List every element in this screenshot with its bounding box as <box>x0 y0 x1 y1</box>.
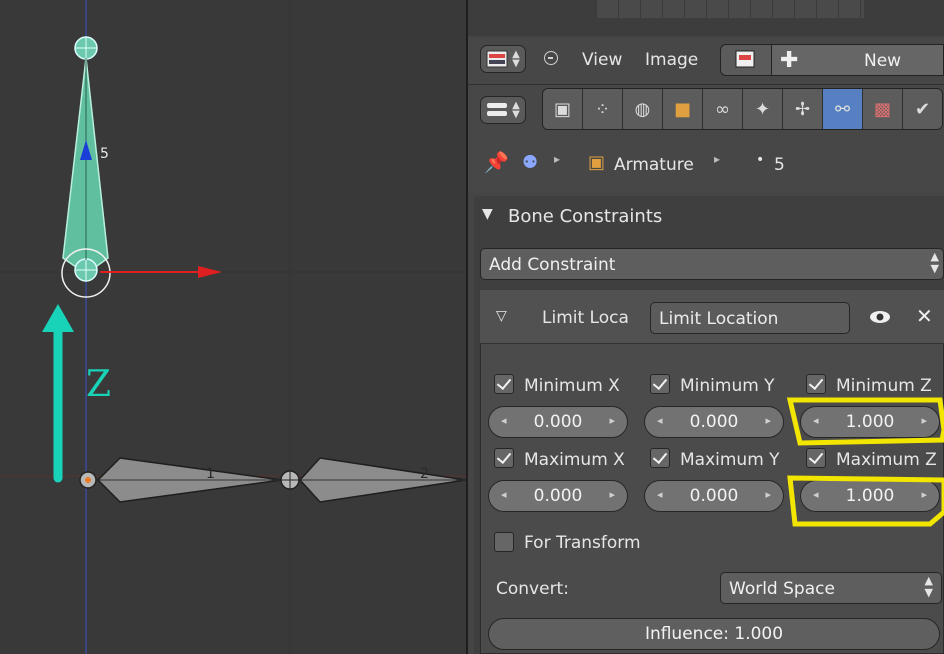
constraint-name-field[interactable]: Limit Location <box>650 302 850 334</box>
armature-object-icon: ▣ <box>588 152 606 173</box>
breadcrumb-arrow-icon: ▸ <box>714 152 721 166</box>
chevron-updown-icon: ▲ ▼ <box>930 250 939 275</box>
constraint-type-label: Limit Loca <box>542 308 629 328</box>
world-icon[interactable]: ◍ <box>623 89 663 129</box>
eye-icon[interactable] <box>868 308 892 326</box>
collapse-triangle-icon[interactable]: ▽ <box>496 308 507 324</box>
min-y-checkbox[interactable] <box>650 374 670 394</box>
constraints-icon[interactable]: ∞ <box>703 89 743 129</box>
increment-arrow-icon[interactable]: ▸ <box>609 414 615 427</box>
3d-viewport[interactable]: 5 1 2 Z <box>0 0 466 654</box>
breadcrumb-arrow-icon: ▸ <box>554 152 561 166</box>
for-transform-label: For Transform <box>524 533 641 553</box>
bone-2 <box>280 457 466 503</box>
min-x-label: Minimum X <box>524 376 620 396</box>
viewport-canvas <box>0 0 466 654</box>
axis-annotation-label: Z <box>86 364 112 405</box>
plus-icon: ✚ <box>780 48 799 73</box>
disclosure-triangle-icon[interactable]: ▼ <box>482 206 493 222</box>
texture-icon[interactable]: ▩ <box>863 89 903 129</box>
bone-constraint-icon[interactable]: ⚯ <box>823 89 863 129</box>
max-z-label: Maximum Z <box>836 450 937 470</box>
increment-arrow-icon[interactable]: ▸ <box>765 488 771 501</box>
increment-arrow-icon[interactable]: ▸ <box>921 488 927 501</box>
max-z-checkbox[interactable] <box>806 448 826 468</box>
influence-slider[interactable]: Influence: 1.000 <box>488 618 940 650</box>
convert-space-dropdown[interactable]: World Space ▲ ▼ <box>720 572 942 604</box>
bone-label-2: 2 <box>420 466 429 482</box>
bone-icon[interactable]: ✢ <box>783 89 823 129</box>
browse-image-button[interactable] <box>720 44 772 76</box>
image-editor-icon <box>486 50 508 68</box>
chevron-updown-icon: ▲ ▼ <box>512 49 520 69</box>
breadcrumb <box>468 137 944 193</box>
image-browse-icon <box>735 50 755 68</box>
min-x-checkbox[interactable] <box>494 374 514 394</box>
new-image-button[interactable]: ✚ New <box>772 44 944 76</box>
data-icon[interactable]: ✦ <box>743 89 783 129</box>
max-z-field[interactable]: ◂ 1.000 ▸ <box>800 480 940 512</box>
min-y-field[interactable]: ◂ 0.000 ▸ <box>644 406 784 438</box>
menu-image[interactable]: Image <box>645 50 698 70</box>
increment-arrow-icon[interactable]: ▸ <box>609 488 615 501</box>
max-x-field[interactable]: ◂ 0.000 ▸ <box>488 480 628 512</box>
bone-dot-icon: • <box>756 152 765 168</box>
min-z-label: Minimum Z <box>836 376 932 396</box>
delete-x-icon[interactable]: ✕ <box>916 304 933 328</box>
min-z-field[interactable]: ◂ 1.000 ▸ <box>800 406 940 438</box>
properties-editor: ▲ ▼ View Image ✚ New ▲ ▼ ▣ ⁘ ◍ ■ ∞ ✦ ✢ ⚯ ▩… <box>468 0 944 654</box>
chevron-updown-icon: ▲ ▼ <box>512 100 520 120</box>
max-y-label: Maximum Y <box>680 450 780 470</box>
min-y-label: Minimum Y <box>680 376 775 396</box>
properties-icon <box>487 103 508 116</box>
max-y-checkbox[interactable] <box>650 448 670 468</box>
min-z-checkbox[interactable] <box>806 374 826 394</box>
increment-arrow-icon[interactable]: ▸ <box>921 414 927 427</box>
max-y-field[interactable]: ◂ 0.000 ▸ <box>644 480 784 512</box>
panel-title[interactable]: Bone Constraints <box>508 206 662 227</box>
for-transform-checkbox[interactable] <box>494 532 514 552</box>
menu-view[interactable]: View <box>582 50 622 70</box>
top-editor-strip <box>468 0 944 36</box>
object-icon[interactable]: ■ <box>663 89 703 129</box>
editor-type-button[interactable]: ▲ ▼ <box>480 45 526 73</box>
render-layers-icon[interactable]: ⁘ <box>583 89 623 129</box>
add-constraint-dropdown[interactable]: Add Constraint ▲ ▼ <box>480 248 944 280</box>
scene-icon: ⚉ <box>522 152 539 173</box>
bone-label-5: 5 <box>100 146 109 162</box>
render-icon[interactable]: ▣ <box>543 89 583 129</box>
bone-label-1: 1 <box>206 466 215 482</box>
pin-icon[interactable]: 📌 <box>484 150 509 174</box>
bone-1 <box>79 457 283 503</box>
properties-editor-type-button[interactable]: ▲ ▼ <box>480 96 526 124</box>
brush-icon[interactable]: ✔ <box>903 89 942 129</box>
increment-arrow-icon[interactable]: ▸ <box>765 414 771 427</box>
context-tabs: ▣ ⁘ ◍ ■ ∞ ✦ ✢ ⚯ ▩ ✔ <box>542 88 943 130</box>
max-x-checkbox[interactable] <box>494 448 514 468</box>
collapse-menus-icon[interactable] <box>544 51 558 65</box>
max-x-label: Maximum X <box>524 450 625 470</box>
convert-label: Convert: <box>496 579 569 599</box>
breadcrumb-bone: 5 <box>774 155 785 175</box>
chevron-updown-icon: ▲ ▼ <box>924 574 933 599</box>
breadcrumb-armature: Armature <box>614 155 694 175</box>
min-x-field[interactable]: ◂ 0.000 ▸ <box>488 406 628 438</box>
